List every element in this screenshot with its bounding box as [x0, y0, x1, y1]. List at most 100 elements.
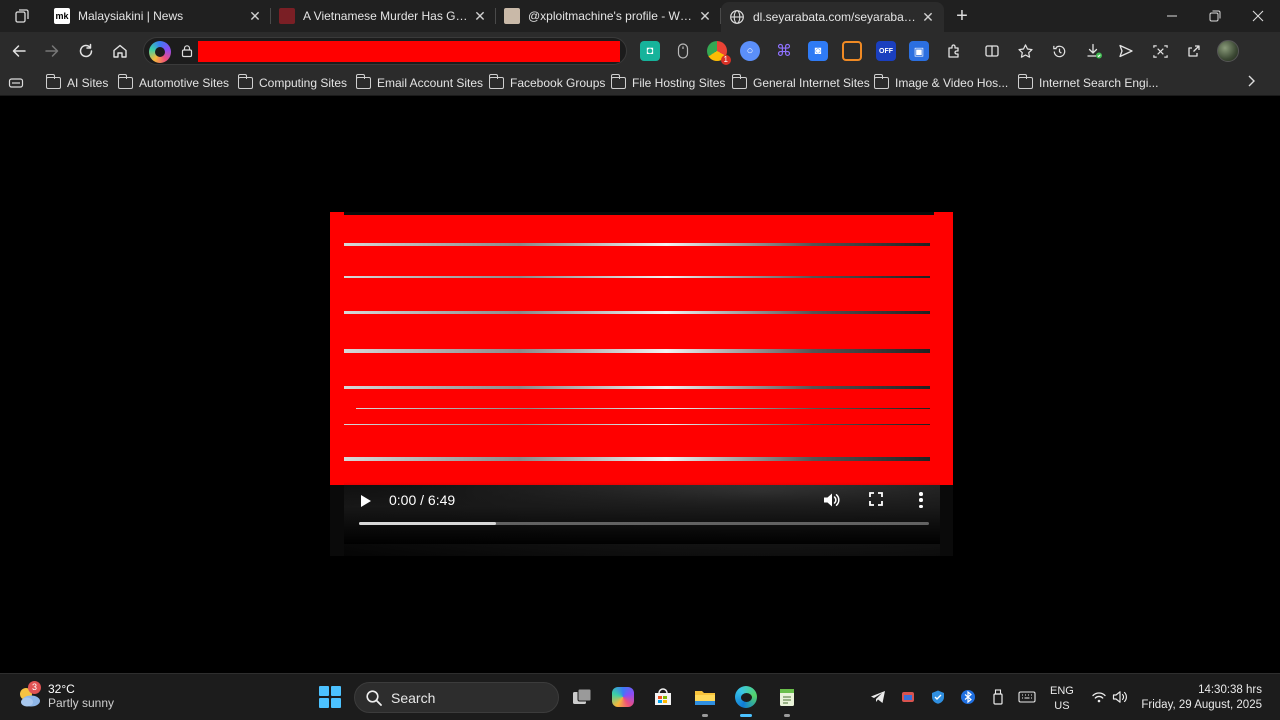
input-language[interactable]: ENG US — [1050, 684, 1074, 714]
microsoft-store-icon[interactable] — [651, 685, 675, 709]
favorite-computing-sites[interactable]: Computing Sites — [237, 74, 348, 92]
region-code: US — [1054, 700, 1070, 712]
copilot-app-icon[interactable] — [611, 685, 635, 709]
workspaces-icon[interactable] — [8, 4, 36, 28]
favorite-automotive-sites[interactable]: Automotive Sites — [117, 74, 229, 92]
minimize-icon[interactable] — [1150, 0, 1194, 32]
defender-shield-icon[interactable] — [929, 688, 947, 706]
extension-teal-icon[interactable]: ◘ — [640, 41, 660, 61]
edge-browser-icon[interactable] — [734, 685, 758, 717]
extension-off-icon[interactable]: OFF — [876, 41, 896, 61]
folder-icon — [488, 74, 504, 89]
favorite-label: Computing Sites — [259, 76, 348, 90]
fullscreen-icon[interactable] — [868, 491, 884, 507]
weather-description: Partly sunny — [48, 696, 115, 710]
extension-blue-square-icon[interactable]: ▣ — [909, 41, 929, 61]
tab-xploitmachine-profile[interactable]: @xploitmachine's profile - WPD ✕ — [496, 2, 721, 30]
extension-chrome-badge-icon[interactable]: 1 — [707, 41, 731, 65]
tab-vietnamese-murder[interactable]: A Vietnamese Murder Has Given t ✕ — [271, 2, 496, 30]
refresh-icon[interactable] — [72, 37, 100, 65]
favorites-bar: AI Sites Automotive Sites Computing Site… — [0, 70, 1280, 96]
favorite-email-account-sites[interactable]: Email Account Sites — [355, 74, 484, 92]
folder-icon — [1017, 74, 1033, 89]
history-icon[interactable] — [1045, 37, 1073, 65]
lock-icon[interactable] — [180, 44, 194, 58]
share-icon[interactable] — [1180, 37, 1208, 65]
close-tab-icon[interactable]: ✕ — [920, 9, 936, 25]
favorite-label: Facebook Groups — [510, 76, 606, 90]
notepad-app-icon[interactable] — [775, 685, 799, 717]
new-tab-icon[interactable]: + — [948, 4, 976, 28]
video-frame-strip — [344, 457, 930, 461]
browser-toolbar: ◘ 1 ○ ⌘ ◙ OFF ▣ — [0, 32, 1280, 70]
play-icon[interactable] — [361, 495, 371, 507]
downloads-icon[interactable] — [1080, 37, 1108, 65]
video-frame-strip — [344, 349, 930, 353]
favorite-image-video-hosting[interactable]: Image & Video Hos... — [873, 74, 1008, 92]
favorite-general-internet-sites[interactable]: General Internet Sites — [731, 74, 870, 92]
wifi-icon[interactable] — [1090, 688, 1108, 706]
video-frame-strip — [344, 243, 930, 246]
tray-app-icon[interactable] — [899, 688, 917, 706]
telegram-icon[interactable] — [869, 688, 887, 706]
screenshot-icon[interactable] — [1146, 37, 1174, 65]
clock-date: Friday, 29 August, 2025 — [1141, 699, 1262, 711]
close-tab-icon[interactable]: ✕ — [247, 8, 263, 24]
weather-widget[interactable]: 3 32°C Partly sunny — [16, 680, 115, 711]
taskbar-search[interactable]: Search — [354, 682, 559, 713]
tab-seyarabata[interactable]: dl.seyarabata.com/seyarabata/4d ✕ — [721, 2, 944, 32]
favorites-menu-icon[interactable] — [8, 74, 24, 92]
home-icon[interactable] — [106, 37, 134, 65]
malaysiakini-favicon-icon: mk — [54, 8, 70, 24]
favorites-star-icon[interactable] — [1011, 37, 1039, 65]
keyboard-icon[interactable] — [1018, 688, 1036, 706]
weather-badge: 3 — [28, 680, 41, 694]
tab-title: @xploitmachine's profile - WPD — [528, 9, 693, 23]
volume-icon[interactable] — [822, 491, 842, 509]
close-tab-icon[interactable]: ✕ — [697, 8, 713, 24]
speaker-icon[interactable] — [1111, 688, 1129, 706]
favorite-internet-search-engines[interactable]: Internet Search Engi... — [1017, 74, 1159, 92]
folder-icon — [117, 74, 133, 89]
bluetooth-icon[interactable] — [959, 688, 977, 706]
video-redaction-corner — [934, 212, 953, 216]
extension-circle-blue-icon[interactable]: ○ — [740, 41, 760, 61]
system-clock[interactable]: 14:30:38 hrs Friday, 29 August, 2025 — [1141, 683, 1262, 713]
chevron-right-icon[interactable] — [1246, 74, 1256, 91]
split-screen-icon[interactable] — [978, 37, 1006, 65]
send-icon[interactable] — [1112, 37, 1140, 65]
task-view-icon[interactable] — [570, 685, 594, 709]
tab-strip: mk Malaysiakini | News ✕ A Vietnamese Mu… — [0, 0, 1280, 32]
video-frame-strip — [344, 276, 930, 278]
windows-start-icon[interactable] — [319, 686, 341, 708]
favorite-ai-sites[interactable]: AI Sites — [45, 74, 108, 92]
file-explorer-icon[interactable] — [693, 685, 717, 717]
favorite-label: Email Account Sites — [377, 76, 484, 90]
extension-orange-icon[interactable] — [842, 41, 862, 61]
video-progress-track[interactable] — [359, 522, 929, 525]
back-arrow-icon[interactable] — [5, 37, 33, 65]
extensions-puzzle-icon[interactable] — [940, 37, 968, 65]
profile-avatar-icon[interactable] — [1214, 37, 1242, 65]
extension-mouse-icon[interactable] — [673, 41, 693, 61]
favorite-label: File Hosting Sites — [632, 76, 726, 90]
usb-drive-icon[interactable] — [989, 688, 1007, 706]
favorite-file-hosting-sites[interactable]: File Hosting Sites — [610, 74, 726, 92]
tab-malaysiakini[interactable]: mk Malaysiakini | News ✕ — [46, 2, 271, 30]
more-options-icon[interactable] — [914, 490, 928, 510]
video-frame-strip — [344, 311, 930, 314]
video-frame-strip — [344, 386, 930, 389]
extension-purple-icon[interactable]: ⌘ — [774, 41, 794, 61]
close-window-icon[interactable] — [1236, 0, 1280, 32]
restore-icon[interactable] — [1193, 0, 1237, 32]
windows-taskbar: 3 32°C Partly sunny Search ENG US 14:30:… — [0, 673, 1280, 720]
url-redaction[interactable] — [198, 41, 620, 62]
video-redaction-corner — [330, 212, 344, 216]
favorite-facebook-groups[interactable]: Facebook Groups — [488, 74, 606, 92]
close-tab-icon[interactable]: ✕ — [472, 8, 488, 24]
address-bar[interactable] — [143, 37, 627, 65]
extension-shopping-icon[interactable]: ◙ — [808, 41, 828, 61]
forward-arrow-icon[interactable] — [38, 37, 66, 65]
favorite-label: Internet Search Engi... — [1039, 76, 1159, 90]
copilot-icon[interactable] — [149, 41, 171, 63]
